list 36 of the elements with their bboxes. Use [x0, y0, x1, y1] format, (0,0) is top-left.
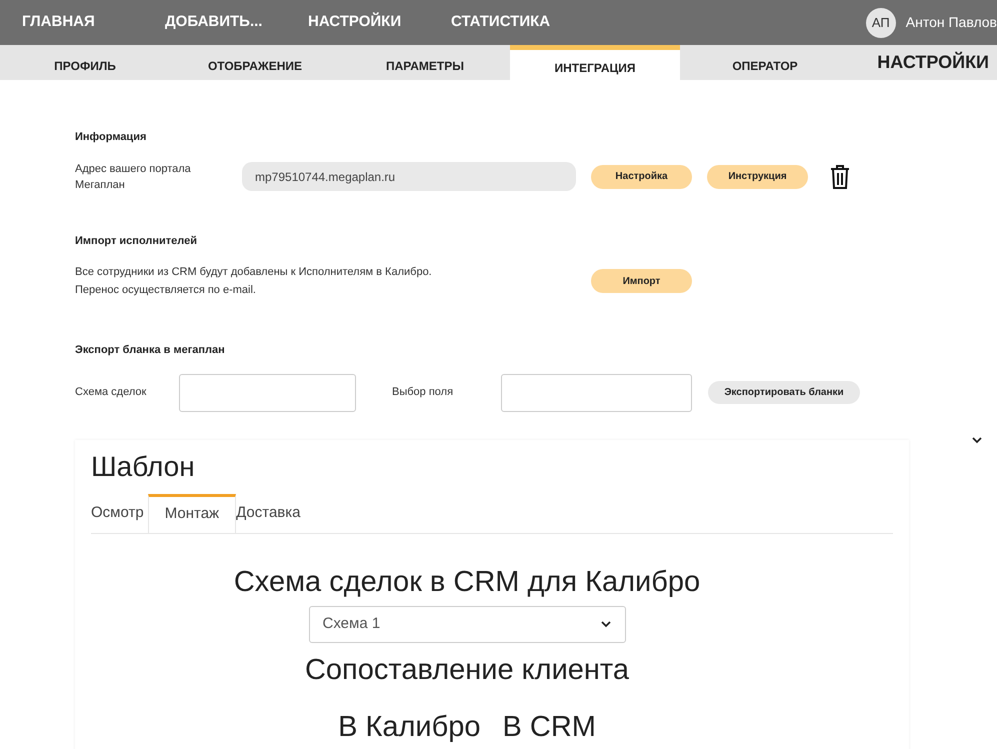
- field-label: Схема сделок: [75, 385, 148, 400]
- scheme-select[interactable]: Схема 1: [308, 606, 626, 642]
- template-title: Шаблон: [91, 450, 196, 484]
- section-heading: Импорт исполнителей: [75, 234, 198, 248]
- nav-link[interactable]: НАСТРОЙКИ: [308, 11, 451, 34]
- import-button[interactable]: Импорт: [591, 269, 692, 293]
- field-label: Выбор поля: [392, 385, 454, 400]
- field-label: Адрес вашего портала Мегаплан: [75, 162, 192, 192]
- instruction-button[interactable]: Инструкция: [707, 164, 808, 188]
- field-select-field[interactable]: [501, 374, 692, 412]
- nav-link[interactable]: ГЛАВНАЯ: [22, 11, 165, 34]
- section-heading: Экспорт бланка в мегаплан: [75, 343, 226, 358]
- nav-link[interactable]: ДОБАВИТЬ...: [165, 11, 308, 34]
- match-heading: Сопоставление клиента: [304, 652, 630, 688]
- settings-tab[interactable]: ИНТЕГРАЦИЯ: [510, 45, 680, 80]
- scheme-heading: Схема сделок в CRM для Калибро: [234, 564, 700, 600]
- import-description: Все сотрудники из CRM будут добавлены к Исполнителям в Калибро. Перенос осуществляется по e-mail.: [75, 265, 433, 298]
- template-tab[interactable]: Монтаж: [148, 494, 236, 532]
- nav-link[interactable]: СТАТИСТИКА: [451, 11, 594, 34]
- section-heading: Информация: [75, 130, 148, 145]
- settings-tab[interactable]: ОПЕРАТОР: [680, 45, 850, 80]
- template-tab[interactable]: Доставка: [236, 494, 305, 532]
- column-heading: В Калибро: [338, 710, 480, 745]
- export-button[interactable]: Экспортировать бланки: [708, 381, 860, 404]
- page-title: НАСТРОЙКИ: [877, 50, 990, 74]
- settings-tab[interactable]: ПРОФИЛЬ: [0, 45, 170, 80]
- portal-address-field[interactable]: mp79510744.megaplan.ru: [242, 162, 576, 191]
- column-heading: В CRM: [502, 710, 596, 745]
- user-name[interactable]: Антон Павлов: [906, 12, 997, 33]
- trash-icon[interactable]: [830, 164, 850, 188]
- settings-tab[interactable]: ОТОБРАЖЕНИЕ: [170, 45, 340, 80]
- settings-button[interactable]: Настройка: [591, 164, 692, 188]
- settings-tab[interactable]: ПАРАМЕТРЫ: [340, 45, 510, 80]
- user-avatar[interactable]: АП: [866, 8, 896, 38]
- deal-scheme-field[interactable]: [179, 374, 356, 412]
- template-tab[interactable]: Осмотр: [91, 494, 148, 532]
